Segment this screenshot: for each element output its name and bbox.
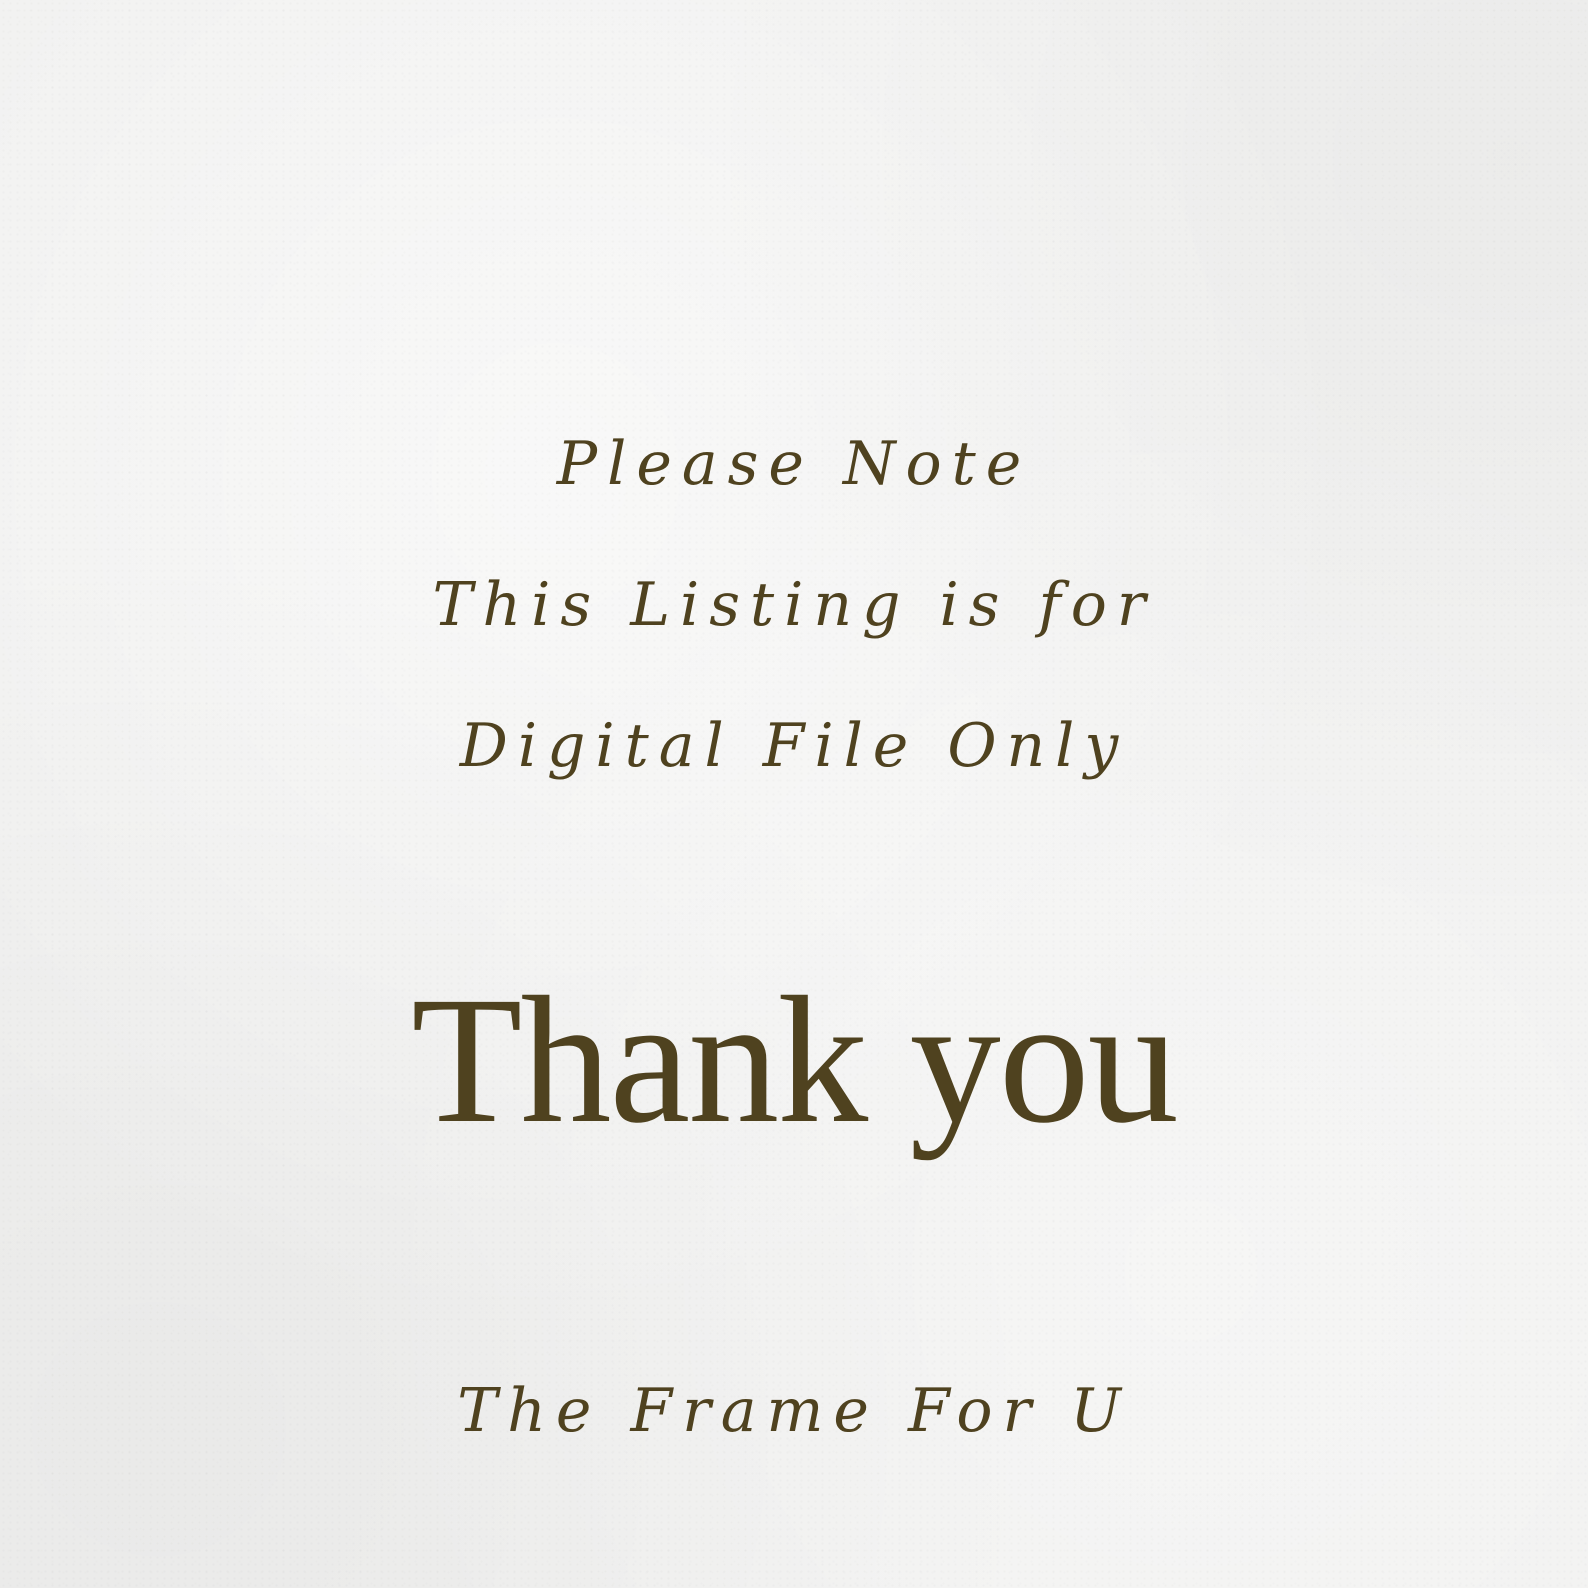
shop-name: The Frame For U [457, 1376, 1131, 1446]
listing-notice-line-2: Digital File Only [459, 711, 1129, 781]
thank-you-heading: Thank you [411, 960, 1178, 1161]
note-heading: Please Note [556, 429, 1032, 499]
notice-card: Please Note This Listing is for Digital … [0, 0, 1588, 1588]
listing-notice-line-1: This Listing is for [432, 570, 1156, 640]
